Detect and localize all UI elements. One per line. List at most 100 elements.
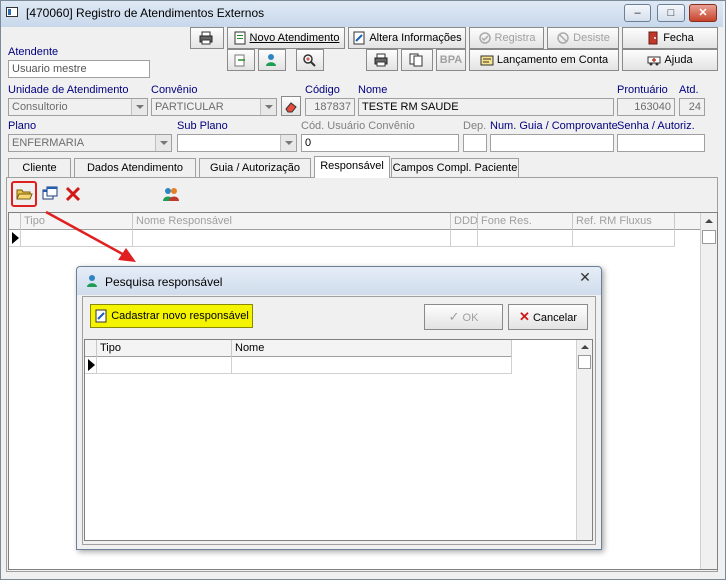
zoom-button[interactable]: [296, 49, 324, 71]
codigo-field[interactable]: 187837: [305, 98, 355, 116]
atendente-field[interactable]: Usuario mestre: [8, 60, 150, 78]
ajuda-button[interactable]: Ajuda: [622, 49, 718, 71]
plano-select[interactable]: ENFERMARIA: [8, 134, 172, 152]
cancel-circle-icon: [557, 32, 569, 44]
bpa-button[interactable]: BPA: [436, 49, 466, 71]
plano-value: ENFERMARIA: [12, 137, 85, 149]
prontuario-label: Prontuário: [617, 84, 668, 96]
dialog-column-nome[interactable]: Nome: [232, 340, 512, 357]
current-row-icon: [88, 359, 95, 371]
tab-dados-atendimento[interactable]: Dados Atendimento: [74, 158, 196, 177]
desiste-button[interactable]: Desiste: [547, 27, 619, 49]
tab-cliente[interactable]: Cliente: [8, 158, 71, 177]
person-icon: [87, 275, 97, 287]
cell-ref[interactable]: [573, 230, 675, 247]
scroll-up-icon[interactable]: [705, 219, 713, 223]
cell-ddd[interactable]: [451, 230, 478, 247]
convenio-value: PARTICULAR: [155, 101, 224, 113]
help-ambulance-icon: [647, 56, 661, 66]
scroll-thumb[interactable]: [702, 230, 716, 244]
dialog-grid-indicator-header: [85, 340, 97, 357]
subplano-select[interactable]: [177, 134, 297, 152]
tab-guia-autorizacao[interactable]: Guia / Autorização: [199, 158, 311, 177]
register-icon: [478, 32, 491, 44]
fecha-button[interactable]: Fecha: [622, 27, 718, 49]
row-indicator: [85, 357, 97, 374]
print-button[interactable]: [190, 27, 224, 49]
chevron-down-icon: [260, 99, 276, 115]
num-guia-field[interactable]: [490, 134, 614, 152]
lancamento-em-conta-button[interactable]: Lançamento em Conta: [469, 49, 619, 71]
scroll-up-icon[interactable]: [581, 345, 589, 349]
dep-label: Dep.: [463, 120, 487, 132]
edit-document-icon: [95, 309, 107, 323]
table-row[interactable]: [85, 357, 512, 374]
cell-tipo[interactable]: [97, 357, 232, 374]
prontuario-field[interactable]: 163040: [617, 98, 675, 116]
cell-nome[interactable]: [133, 230, 451, 247]
convenio-select[interactable]: PARTICULAR: [151, 98, 277, 116]
eraser-icon: [285, 102, 297, 113]
senha-field[interactable]: [617, 134, 705, 152]
grid-indicator-header: [9, 213, 21, 230]
app-window-icon: [6, 7, 18, 17]
convenio-label: Convênio: [151, 84, 198, 96]
print-report-button[interactable]: [366, 49, 398, 71]
current-row-icon: [12, 232, 19, 244]
close-window-button[interactable]: ✕: [689, 4, 717, 22]
maximize-button[interactable]: □: [657, 4, 685, 22]
cell-nome[interactable]: [232, 357, 512, 374]
desiste-label: Desiste: [573, 32, 610, 44]
plano-label: Plano: [8, 120, 37, 132]
tab-campos-compl[interactable]: Campos Compl. Paciente: [391, 158, 519, 177]
nome-label: Nome: [358, 84, 388, 96]
group-people-button[interactable]: [162, 185, 180, 203]
windows-button[interactable]: [41, 185, 59, 203]
delete-button[interactable]: [64, 185, 82, 203]
cancelar-button[interactable]: ✕ Cancelar: [508, 304, 588, 330]
windows-icon: [42, 186, 58, 200]
cell-tipo[interactable]: [21, 230, 133, 247]
pesquisa-responsavel-dialog: Pesquisa responsável ✕ Cadastrar novo re…: [76, 266, 602, 550]
documents-icon: [409, 53, 422, 67]
atd-field[interactable]: 24: [679, 98, 705, 116]
dep-field[interactable]: [463, 134, 487, 152]
exit-door-icon: [648, 31, 658, 45]
novo-atendimento-button[interactable]: Novo Atendimento: [227, 27, 345, 49]
document-arrow-icon: [234, 54, 245, 67]
column-ddd[interactable]: DDD: [451, 213, 478, 230]
tab-responsavel[interactable]: Responsável: [314, 156, 390, 178]
cancel-x-icon: ✕: [519, 309, 530, 324]
people-group-icon: [163, 188, 179, 201]
scroll-thumb[interactable]: [578, 355, 591, 369]
printer-icon: [374, 53, 387, 67]
documents-button[interactable]: [401, 49, 433, 71]
nome-field[interactable]: TESTE RM SAUDE: [358, 98, 614, 116]
column-ref-rm-fluxus[interactable]: Ref. RM Fluxus: [573, 213, 675, 230]
column-nome-responsavel[interactable]: Nome Responsável: [133, 213, 451, 230]
cadastrar-novo-responsavel-button[interactable]: Cadastrar novo responsável: [90, 304, 253, 328]
dialog-column-tipo[interactable]: Tipo: [97, 340, 232, 357]
altera-informacoes-button[interactable]: Altera Informações: [348, 27, 466, 49]
unidade-select[interactable]: Consultorio: [8, 98, 148, 116]
cadastrar-label: Cadastrar novo responsável: [111, 310, 249, 322]
dialog-grid-scrollbar[interactable]: [576, 340, 592, 540]
cod-usuario-field[interactable]: 0: [301, 134, 459, 152]
atd-label: Atd.: [679, 84, 699, 96]
eraser-button[interactable]: [281, 96, 301, 116]
edit-document-icon: [353, 31, 365, 45]
lancamento-label: Lançamento em Conta: [496, 54, 609, 66]
open-folder-button[interactable]: [15, 185, 33, 203]
person-button[interactable]: [258, 49, 286, 71]
column-tipo[interactable]: Tipo: [21, 213, 133, 230]
registra-button[interactable]: Registra: [469, 27, 544, 49]
table-row[interactable]: [9, 230, 675, 247]
ok-button[interactable]: ✓ OK: [424, 304, 503, 330]
unidade-label: Unidade de Atendimento: [8, 84, 129, 96]
grid-scrollbar[interactable]: [700, 213, 717, 569]
copy-button[interactable]: [227, 49, 255, 71]
dialog-close-button[interactable]: ✕: [574, 269, 596, 286]
cell-fone[interactable]: [478, 230, 573, 247]
column-fone-res[interactable]: Fone Res.: [478, 213, 573, 230]
minimize-button[interactable]: –: [624, 4, 651, 22]
